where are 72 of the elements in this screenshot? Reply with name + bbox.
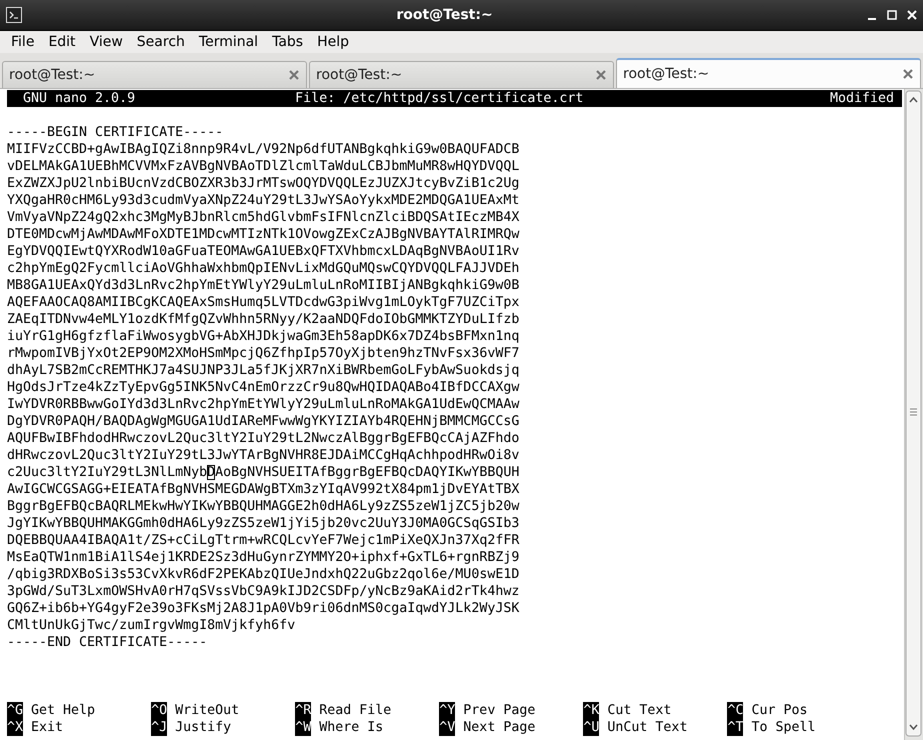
file-name: File: /etc/httpd/ssl/certificate.crt xyxy=(295,90,584,107)
shortcut-key: ^X xyxy=(7,719,24,736)
terminal-tab[interactable]: root@Test:~ xyxy=(2,61,307,88)
certificate-line: MsEaQTW1nm1BiA1lS4ej1KRDE2Sz3dHuGynrZYMMY2O+iphxf+GxTL6+rgnRBZj9 xyxy=(7,549,520,566)
shortcut-label: Exit xyxy=(31,719,64,736)
certificate-line: DgYDVR0PAQH/BAQDAgWgMGUGA1UdIAReMFwwWgYKYIZIAYb4RQEHNjBMMCMGCCsG xyxy=(7,413,520,430)
shortcut-label: Next Page xyxy=(463,719,536,736)
shortcut-key: ^K xyxy=(583,702,600,719)
menu-item[interactable]: Help xyxy=(310,34,356,50)
certificate-line: -----BEGIN CERTIFICATE----- xyxy=(7,124,224,141)
nano-version: GNU nano 2.0.9 xyxy=(22,90,136,107)
shortcut-label: Where Is xyxy=(319,719,384,736)
certificate-line: CMltUnUkGjTwc/zumIrgvWmgI8mVjkfyh6fv xyxy=(7,617,296,634)
certificate-line: /qbig3RDXBoSi3s53CvXkvR6dF2PEKAbzQIUeJndxhQ22uGbz2qol6e/MU0swE1D xyxy=(7,566,520,583)
menu-item[interactable]: Tabs xyxy=(265,34,310,50)
shortcut-key: ^U xyxy=(583,719,600,736)
shortcut-label: WriteOut xyxy=(175,702,240,719)
shortcut-key: ^W xyxy=(295,719,312,736)
shortcut-key: ^Y xyxy=(439,702,456,719)
certificate-line: YXQgaHR0cHM6Ly93d3cudmVyaXNpZ24uY29tL3JwYSAoYykxMDE2MDQGA1UEAxMt xyxy=(7,192,520,209)
certificate-line: AQEFAAOCAQ8AMIIBCgKCAQEAxSmsHumq5LVTDcdwG3piWvg1mLOykTgF7UZCiTpx xyxy=(7,294,520,311)
menu-item[interactable]: View xyxy=(82,34,130,50)
shortcut-key: ^T xyxy=(727,719,744,736)
shortcut-key: ^O xyxy=(151,702,168,719)
certificate-line: EgYDVQQIEwtQYXRodW10aGFuaTEOMAwGA1UEBxQFTXVhbmcxLDAqBgNVBAoUI1Rv xyxy=(7,243,520,260)
certificate-line: AwIGCWCGSAGG+EIEATAfBgNVHSMEGDAWgBTXm3zYIqAV992tX84pm1jDvEYAtTBX xyxy=(7,481,520,498)
shortcut-key: ^J xyxy=(151,719,168,736)
certificate-line: BggrBgEFBQcBAQRLMEkwHwYIKwYBBQUHMAGGE2h0dHA6Ly9zZS5zeW1jZC5jb20w xyxy=(7,498,520,515)
shortcut-key: ^R xyxy=(295,702,312,719)
certificate-line: iuYrG1gH6gfzflaFiWwosygbVG+AbXHJDkjwaGm3Eh58apDK6x7DZ4bsBFMxn1nq xyxy=(7,328,520,345)
modified-status: Modified xyxy=(830,90,895,107)
certificate-line: IwYDVR0RBBwwGoIYd3d3LnRvc2hpYmEtYWlyY29uLmluLnRoMAkGA1UdEwQCMAAw xyxy=(7,396,520,413)
certificate-line: vDELMAkGA1UEBhMCVVMxFzAVBgNVBAoTDlZlcmlTaWduLCBJbmMuMR8wHQYDVQQL xyxy=(7,158,520,175)
certificate-line: ExZWZXJpU2lnbiBUcnVzdCBOZXR3b3JrMTswOQYDVQQLEzJUZXJtcyBvZiB1c2Ug xyxy=(7,175,520,192)
certificate-line: 3pGWd/SuT3LxmOWSHvA0rH7qSVssVbC9A9kIJD2CSDFp/yNcBz9aKAid2rTk4hwz xyxy=(7,583,520,600)
certificate-line: JgYIKwYBBQUHMAKGGmh0dHA6Ly9zZS5zeW1jYi5jb20vc2UuY3J0MA0GCSqGSIb3 xyxy=(7,515,520,532)
window-title: root@Test:~ xyxy=(395,7,494,23)
certificate-line: VmVyaVNpZ24gQ2xhc3MgMyBJbnRlcm5hdGlvbmFsIFNlcnZlciBDQSAtIEczMB4X xyxy=(7,209,520,226)
menu-item[interactable]: Search xyxy=(130,34,192,50)
shortcut-label: Cur Pos xyxy=(751,702,808,719)
terminal-tab[interactable]: root@Test:~ xyxy=(616,58,921,88)
menu-item[interactable]: Terminal xyxy=(192,34,266,50)
certificate-line: HgOdsJrTze4kZzTyEpvGg5INK5NvC4nEmOrzzCr9u8QwHQIDAQABo4IBfDCCAXgw xyxy=(7,379,520,396)
menu-item[interactable]: Edit xyxy=(41,34,83,50)
shortcut-key: ^C xyxy=(727,702,744,719)
scrollbar-drawing[interactable] xyxy=(905,89,923,739)
certificate-line: dhAyL7SB2mCcREMTHKJ7a4SUJNP3JLa5fJKjXR7nXiBWRbemGoLFybAwSuokdsjq xyxy=(7,362,520,379)
certificate-line: MIIFVzCCBD+gAwIBAgIQZi8nnp9R4vL/V92Np6dfUTANBgkqhkiG9w0BAQUFADCB xyxy=(7,141,520,158)
maximize-icon[interactable] xyxy=(887,10,897,20)
certificate-line: c2hpYmEgQ2FycmllciAoVGhhaWxhbmQpIENvLixMdGQuMQswCQYDVQQLFAJJVDEh xyxy=(7,260,520,277)
certificate-line: ZAEqITDNvw4eMLY1ozdKfMfgQZvWhhn5RNyy/K2aaNDQFdoIObGMMKTZYDuLIfzb xyxy=(7,311,520,328)
certificate-line: DTE0MDcwMjAwMDAwMFoXDTE1MDcwMTIzNTk1OVowgZExCzAJBgNVBAYTAlRIMRQw xyxy=(7,226,520,243)
shortcut-label: Prev Page xyxy=(463,702,536,719)
certificate-line: GQ6Z+ib6b+YG4gyF2e39o3FKsMj2A8J1pA0Vb9ri06dnMS0cgaIqwdYJLk2WyJSK xyxy=(7,600,520,617)
terminal-icon xyxy=(6,7,22,23)
certificate-line: DQEBBQUAA4IBAQA1t/ZS+cCiLgTtrm+wRCQLcvYeF7Wejc1mPiXeQXJn37Xq2fFR xyxy=(7,532,520,549)
shortcut-label: Justify xyxy=(175,719,232,736)
shortcut-label: Get Help xyxy=(31,702,96,719)
shortcut-key: ^V xyxy=(439,719,456,736)
shortcut-key: ^G xyxy=(7,702,24,719)
shortcut-label: To Spell xyxy=(751,719,816,736)
menu-item[interactable]: File xyxy=(4,34,42,50)
certificate-line: MB8GA1UEAxQYd3d3LnRvc2hpYmEtYWlyY29uLmluLnRoMIIBIjANBgkqhkiG9w0B xyxy=(7,277,520,294)
certificate-line: c2Uuc3ltY2IuY29tL3NlLmNybDAoBgNVHSUEITAfBggrBgEFBQcDAQYIKwYBBQUH xyxy=(7,464,520,481)
certificate-line: rMwpomIVBjYxOt2EP9OM2XMoHSmMpcjQ6ZfhpIp57OyXjbten9hzTNvFsx36vWF7 xyxy=(7,345,520,362)
certificate-line: dHRwczovL2Quc3ltY2IuY29tL3JwYTArBgNVHR8EJDAiMCCgHqAchhpodHRwOi8v xyxy=(7,447,520,464)
shortcut-label: UnCut Text xyxy=(607,719,688,736)
certificate-line: AQUFBwIBFhdodHRwczovL2Quc3ltY2IuY29tL2NwczAlBggrBgEFBQcCAjAZFhdo xyxy=(7,430,520,447)
terminal-tab[interactable]: root@Test:~ xyxy=(309,61,614,88)
certificate-line: -----END CERTIFICATE----- xyxy=(7,634,208,651)
shortcut-label: Cut Text xyxy=(607,702,672,719)
shortcut-label: Read File xyxy=(319,702,392,719)
